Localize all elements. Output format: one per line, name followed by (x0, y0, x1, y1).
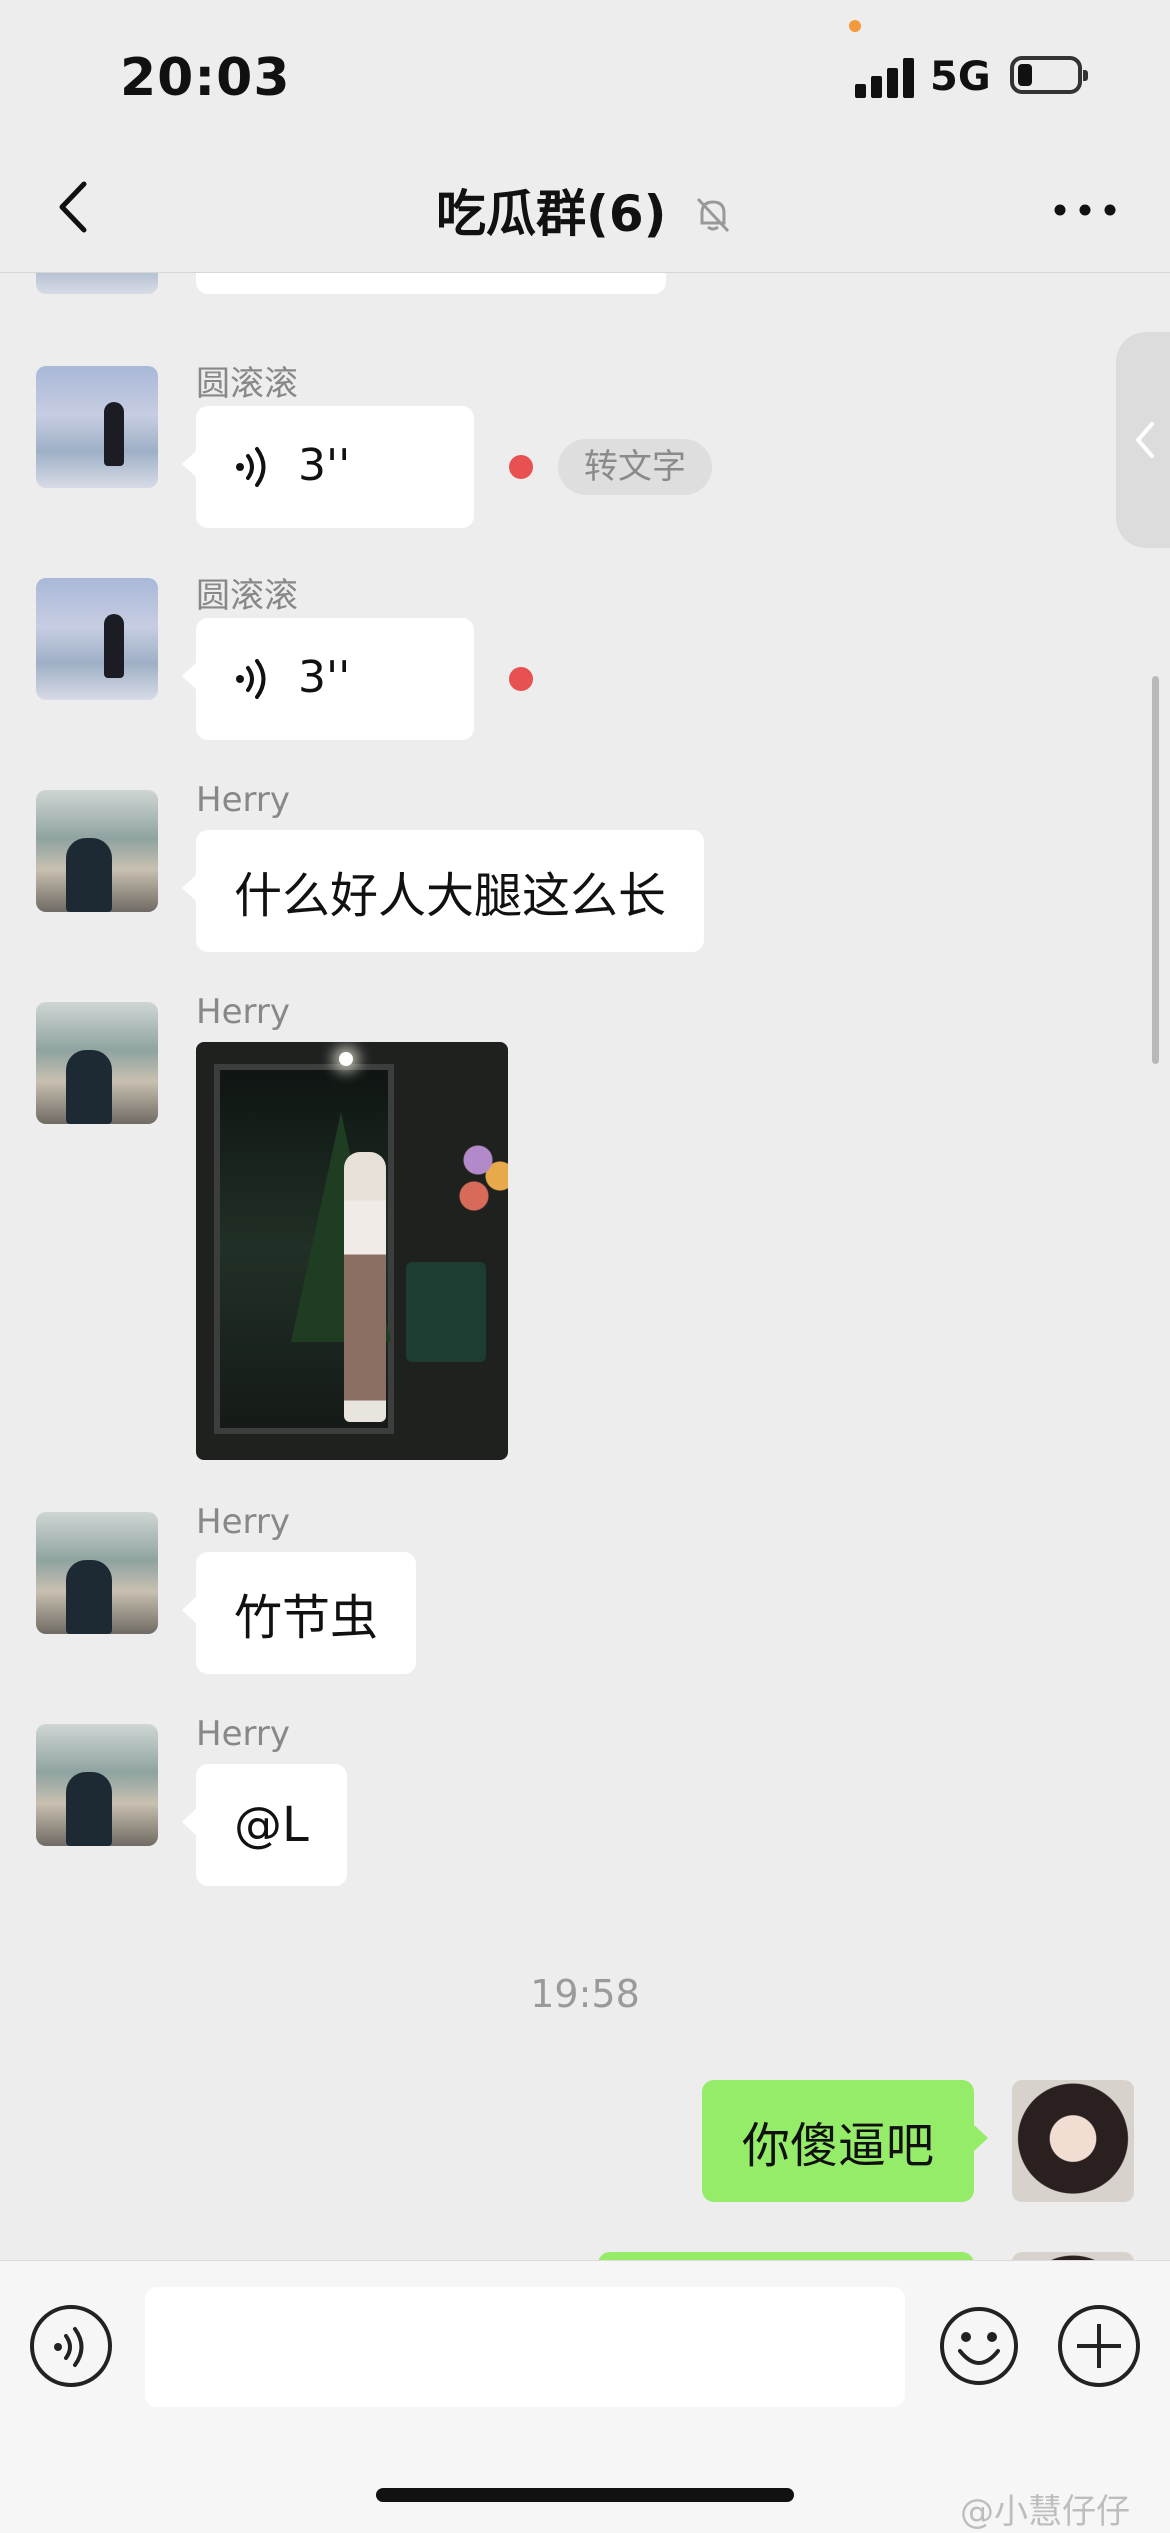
image-message[interactable] (196, 1042, 508, 1460)
avatar[interactable] (36, 272, 158, 294)
voice-duration: 3'' (298, 652, 351, 703)
sender-name: 圆滚滚 (196, 364, 298, 404)
avatar[interactable] (36, 578, 158, 700)
message-text: 什么好人大腿这么长 (234, 868, 667, 924)
convert-to-text-button[interactable]: 转文字 (558, 439, 712, 495)
voice-input-button[interactable] (30, 2305, 112, 2387)
chat-title-row: 吃瓜群(6) (0, 174, 1170, 246)
my-avatar[interactable] (1012, 2080, 1134, 2202)
text-bubble[interactable]: 竹节虫 (181, 1552, 417, 1674)
sender-name: Herry (196, 1502, 290, 1542)
message-text: 你傻逼吧 (741, 2118, 934, 2174)
text-bubble[interactable]: @L (182, 1764, 347, 1886)
chevron-left-icon (1136, 422, 1154, 458)
scrollbar[interactable] (1152, 676, 1159, 1064)
message-list[interactable]: 圆滚滚 3'' 转文字 圆滚滚 3'' Herry 什么好人大腿这么长 Herr… (0, 272, 1170, 2260)
watermark: @小慧仔仔 (960, 2492, 1130, 2532)
voice-bubble[interactable]: 3'' (182, 406, 474, 528)
message-text: @L (234, 1797, 309, 1853)
unread-dot (509, 455, 533, 479)
avatar[interactable] (36, 1724, 158, 1846)
my-text-bubble[interactable]: 你傻逼吧 (701, 2080, 989, 2202)
voice-wave-icon (236, 447, 266, 487)
avatar[interactable] (36, 1512, 158, 1634)
network-type: 5G (930, 54, 991, 100)
voice-wave-icon (236, 659, 266, 699)
emoji-button[interactable] (938, 2305, 1020, 2387)
sender-name: Herry (196, 780, 290, 820)
sender-name: Herry (196, 1714, 290, 1754)
chat-header: 吃瓜群(6) (0, 150, 1170, 273)
sender-name: 圆滚滚 (196, 576, 298, 616)
my-text-bubble-partial[interactable] (598, 2252, 974, 2260)
voice-bubble[interactable]: 3'' (182, 618, 474, 740)
my-avatar[interactable] (1012, 2252, 1134, 2260)
battery-icon (1010, 56, 1088, 94)
chat-timestamp: 19:58 (530, 1972, 640, 2016)
avatar[interactable] (36, 366, 158, 488)
more-functions-button[interactable] (1058, 2305, 1140, 2387)
privacy-indicator-dot (849, 20, 861, 32)
voice-wave-icon (54, 2327, 84, 2367)
sender-name: Herry (196, 992, 290, 1032)
voice-duration: 3'' (298, 440, 351, 491)
home-indicator[interactable] (376, 2488, 794, 2502)
text-bubble[interactable]: 什么好人大腿这么长 (181, 830, 705, 952)
side-panel-handle[interactable] (1116, 332, 1170, 548)
unread-dot (509, 667, 533, 691)
message-input[interactable] (145, 2287, 905, 2407)
signal-strength-icon (855, 58, 915, 98)
bell-off-icon (696, 197, 730, 232)
more-dots-icon (1054, 204, 1116, 216)
message-text: 竹节虫 (234, 1590, 379, 1646)
more-options-button[interactable] (1050, 180, 1120, 240)
smiley-icon (940, 2307, 1018, 2385)
voice-bubble-partial[interactable] (196, 272, 666, 294)
status-bar: 20:03 5G (0, 0, 1170, 150)
battery-level (1018, 64, 1032, 86)
avatar[interactable] (36, 1002, 158, 1124)
chat-title: 吃瓜群(6) (436, 185, 667, 243)
status-time: 20:03 (120, 48, 291, 108)
avatar[interactable] (36, 790, 158, 912)
